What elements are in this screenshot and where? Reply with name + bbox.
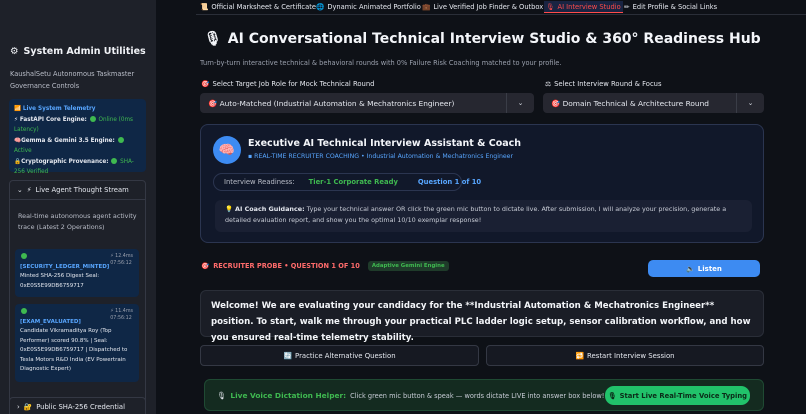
lightning-icon: ⚡ xyxy=(110,254,114,259)
coach-title: Executive AI Technical Interview Assista… xyxy=(248,138,522,149)
scales-icon: ⚖ xyxy=(545,80,552,88)
log-entry: ⚡ 12.4ms 07:56:12 [SECURITY_LEDGER_MINTED… xyxy=(15,249,139,297)
tab-ai-interview-studio[interactable]: 🎙 AI Interview Studio xyxy=(544,1,623,13)
restart-session-button[interactable]: 🔁 Restart Interview Session xyxy=(486,345,764,366)
divider xyxy=(10,199,145,200)
practice-alternative-button[interactable]: 🔄 Practice Alternative Question xyxy=(200,345,479,366)
microphone-icon: 🎙 xyxy=(217,391,227,400)
antenna-icon: 📶 xyxy=(14,106,22,112)
target-icon: 🎯 xyxy=(201,80,210,88)
chevron-right-icon: › xyxy=(17,403,20,411)
credential-expander[interactable]: › 🔐 Public SHA-256 Credential xyxy=(9,397,146,414)
page-caption: Turn-by-turn interactive technical & beh… xyxy=(200,59,562,67)
telemetry-panel: 📶 Live System Telemetry ⚡ FastAPI Core E… xyxy=(9,99,146,175)
round-select[interactable]: 🎯 Domain Technical & Architecture Round … xyxy=(543,93,764,113)
sidebar-title: ⚙ System Admin Utilities xyxy=(10,46,146,57)
coach-guidance: 💡 AI Coach Guidance: Type your technical… xyxy=(215,200,752,232)
status-dot-icon xyxy=(21,308,27,314)
job-role-select[interactable]: 🎯 Auto-Matched (Industrial Automation & … xyxy=(200,93,534,113)
restart-icon: 🔁 xyxy=(575,351,585,360)
log-meta: ⚡ 12.4ms 07:56:12 xyxy=(110,254,133,266)
dictation-helper: 🎙 Live Voice Dictation Helper: Click gre… xyxy=(217,391,605,400)
microphone-icon: 🎙 xyxy=(607,391,617,400)
shuffle-icon: 🔄 xyxy=(283,351,293,360)
log-text: Minted SHA-256 Digest Seal: 0xE0S5E99DB6… xyxy=(20,273,100,289)
briefcase-icon: 💼 xyxy=(422,3,431,11)
microphone-icon: 🎙 xyxy=(204,31,222,47)
thought-stream-description: Real-time autonomous agent activity trac… xyxy=(18,212,137,231)
recruiter-probe-label: 🎯 RECRUITER PROBE • QUESTION 1 OF 10 Ada… xyxy=(201,261,449,271)
microphone-icon: 🎙 xyxy=(546,2,555,11)
tab-marksheet[interactable]: 📜 Official Marksheet & Certificate xyxy=(200,1,316,13)
telemetry-provenance: 🔒Cryptographic Provenance: SHA-256 Verif… xyxy=(14,157,134,175)
target-icon: 🎯 xyxy=(201,262,210,270)
chevron-down-icon[interactable]: ⌄ xyxy=(506,93,534,113)
scroll-icon: 📜 xyxy=(200,3,209,11)
tab-edit-profile[interactable]: ✏ Edit Profile & Social Links xyxy=(624,1,717,13)
log-meta: ⚡ 11.4ms 07:56:12 xyxy=(110,309,133,321)
credential-header[interactable]: › 🔐 Public SHA-256 Credential xyxy=(17,403,125,411)
globe-icon: 🌐 xyxy=(316,3,325,11)
log-text: Candidate Vikramaditya Roy (Top Performe… xyxy=(20,328,128,372)
telemetry-gemma: 🧠Gemma & Gemini 3.5 Engine: Active xyxy=(14,136,141,157)
sidebar-subtitle: KaushalSetu Autonomous Taskmaster Govern… xyxy=(10,70,135,90)
listen-button[interactable]: 🔈 Listen xyxy=(648,260,760,277)
pencil-icon: ✏ xyxy=(624,3,630,11)
page-title: 🎙 AI Conversational Technical Interview … xyxy=(204,31,761,47)
readiness-pill: Interview Readiness: Tier-1 Corporate Re… xyxy=(213,173,481,191)
lightbulb-icon: 💡 xyxy=(225,205,233,213)
telemetry-fastapi: ⚡ FastAPI Core Engine: Online (0ms Laten… xyxy=(14,115,133,133)
target-icon: 🎯 xyxy=(551,98,561,108)
log-entry: ⚡ 11.4ms 07:56:12 [EXAM_EVALUATED] Candid… xyxy=(15,304,139,382)
status-dot-icon xyxy=(89,115,96,122)
lightning-icon: ⚡ xyxy=(14,116,18,123)
start-voice-typing-button[interactable]: 🎙 Start Live Real-Time Voice Typing xyxy=(605,386,750,405)
status-dot-icon xyxy=(21,253,27,259)
brain-icon: 🧠 xyxy=(213,136,241,164)
job-role-label: 🎯 Select Target Job Role for Mock Technic… xyxy=(201,80,375,88)
tab-bar: 📜 Official Marksheet & Certificate 🌐 Dynam… xyxy=(196,0,806,15)
thought-stream-header[interactable]: ⌄ ⚡ Live Agent Thought Stream xyxy=(17,186,129,194)
coach-card: 🧠 Executive AI Technical Interview Assis… xyxy=(200,124,764,243)
lightning-icon: ⚡ xyxy=(110,309,114,314)
telemetry-heading: 📶 Live System Telemetry xyxy=(14,104,141,115)
voice-dictation-bar: 🎙 Live Voice Dictation Helper: Click gre… xyxy=(204,379,764,411)
target-icon: 🎯 xyxy=(208,98,218,108)
question-box: Welcome! We are evaluating your candidac… xyxy=(200,290,764,343)
chevron-down-icon: ⌄ xyxy=(17,186,23,194)
bullet-icon: ▪ xyxy=(248,153,253,160)
sidebar: ⚙ System Admin Utilities KaushalSetu Aut… xyxy=(0,0,156,414)
status-dot-icon xyxy=(117,136,124,143)
engine-badge: Adaptive Gemini Engine xyxy=(367,261,449,271)
tab-job-finder[interactable]: 💼 Live Verified Job Finder & Outbox xyxy=(422,1,543,13)
speaker-icon: 🔈 xyxy=(686,264,695,273)
coach-subtitle: ▪ REAL-TIME RECRUITER COACHING • Industr… xyxy=(248,153,514,160)
round-label: ⚖ Select Interview Round & Focus xyxy=(545,80,662,88)
lock-icon: 🔐 xyxy=(23,403,33,411)
gear-icon: ⚙ xyxy=(10,46,19,57)
tab-portfolio[interactable]: 🌐 Dynamic Animated Portfolio xyxy=(316,1,421,13)
lightning-icon: ⚡ xyxy=(26,186,32,194)
chevron-down-icon[interactable]: ⌄ xyxy=(736,93,764,113)
status-dot-icon xyxy=(111,157,118,164)
